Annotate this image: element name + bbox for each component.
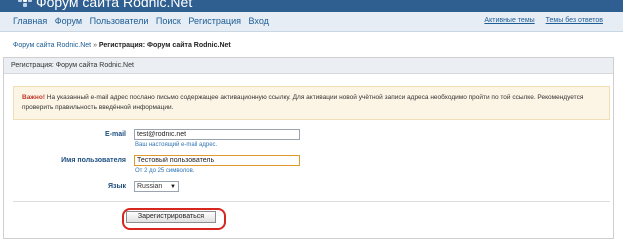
dropdown-triangle-icon: ▼ xyxy=(170,183,176,190)
activation-notice: Важно! На указанный e-mail адрес послано… xyxy=(13,86,610,120)
breadcrumb-separator: » xyxy=(93,42,97,49)
nav-item-register[interactable]: Регистрация xyxy=(188,16,241,26)
snowflake-logo-icon xyxy=(18,0,32,7)
language-selected-value: Russian xyxy=(137,183,163,190)
active-topics-link[interactable]: Активные темы xyxy=(484,17,534,24)
language-select[interactable]: Russian ▼ xyxy=(134,181,179,192)
nav-item-search[interactable]: Поиск xyxy=(156,16,181,26)
username-field[interactable] xyxy=(134,155,300,166)
site-header: Форум сайта Rodnic.Net xyxy=(0,0,623,12)
username-label: Имя пользователя xyxy=(61,157,126,164)
email-field[interactable] xyxy=(134,129,300,140)
email-row: E-mail Ваш настоящий e-mail адрес. xyxy=(4,129,604,149)
username-hint: От 2 до 25 символов. xyxy=(135,168,195,174)
nav-item-forum[interactable]: Форум xyxy=(55,16,82,26)
email-hint: Ваш настоящий e-mail адрес. xyxy=(135,142,218,148)
breadcrumb-current: Регистрация: Форум сайта Rodnic.Net xyxy=(98,42,231,49)
form-divider xyxy=(13,201,610,202)
registration-panel: Регистрация: Форум сайта Rodnic.Net Важн… xyxy=(3,57,614,239)
notice-text: На указанный e-mail адрес послано письмо… xyxy=(22,94,584,111)
nav-item-login[interactable]: Вход xyxy=(249,16,269,26)
language-row: Язык Russian ▼ xyxy=(4,181,604,201)
language-label: Язык xyxy=(108,183,126,190)
nav-quick-links: Активные темы Темы без ответов xyxy=(475,17,603,24)
breadcrumb: Форум сайта Rodnic.Net » Регистрация: Фо… xyxy=(13,42,231,49)
panel-title: Регистрация: Форум сайта Rodnic.Net xyxy=(4,58,613,74)
navbar: Главная Форум Пользователи Поиск Регистр… xyxy=(0,12,623,32)
breadcrumb-root-link[interactable]: Форум сайта Rodnic.Net xyxy=(13,42,91,49)
nav-item-home[interactable]: Главная xyxy=(13,16,47,26)
main-nav: Главная Форум Пользователи Поиск Регистр… xyxy=(13,16,274,26)
notice-important-label: Важно! xyxy=(22,94,45,101)
nav-item-users[interactable]: Пользователи xyxy=(90,16,149,26)
site-title: Форум сайта Rodnic.Net xyxy=(36,0,193,10)
email-label: E-mail xyxy=(104,131,126,138)
username-row: Имя пользователя От 2 до 25 символов. xyxy=(4,155,604,175)
unanswered-topics-link[interactable]: Темы без ответов xyxy=(546,17,603,24)
register-button[interactable]: Зарегистрироваться xyxy=(126,211,216,223)
